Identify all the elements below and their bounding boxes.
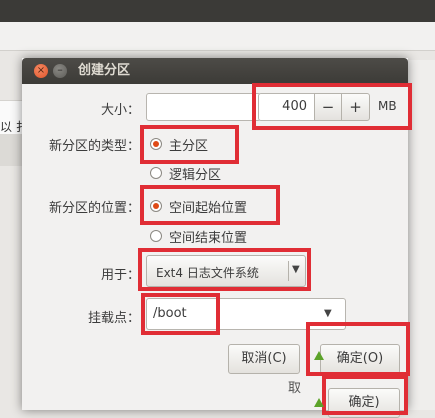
cursor-arrow-icon xyxy=(314,351,324,360)
radio-end-of-space[interactable] xyxy=(150,230,162,242)
highlight-partition-type xyxy=(140,125,239,164)
size-label: 大小： xyxy=(100,103,140,118)
highlight-partition-location xyxy=(140,185,280,225)
mount-chevron-down-icon[interactable]: ▼ xyxy=(324,308,332,319)
size-slider-entry[interactable] xyxy=(146,93,261,121)
highlight-ok-button-duplicate xyxy=(322,375,408,415)
mount-point-label: 挂载点： xyxy=(87,311,140,326)
use-as-label: 用于： xyxy=(100,268,140,283)
behind-cancel-fragment: 取 xyxy=(288,381,302,396)
logical-partition-label: 逻辑分区 xyxy=(169,168,222,183)
radio-logical-partition[interactable] xyxy=(150,167,162,179)
end-of-space-label: 空间结束位置 xyxy=(169,231,248,246)
close-icon[interactable]: × xyxy=(34,64,48,78)
cancel-button[interactable]: 取消(C) xyxy=(228,344,300,374)
highlight-size xyxy=(252,83,412,130)
highlight-use-as xyxy=(138,248,311,291)
minimize-icon[interactable]: – xyxy=(53,64,67,78)
top-panel xyxy=(0,0,435,22)
partition-type-label: 新分区的类型： xyxy=(48,139,140,154)
background-toolbar xyxy=(0,22,435,51)
dialog-title: 创建分区 xyxy=(78,63,131,78)
highlight-ok-button xyxy=(306,322,410,376)
background-right-edge xyxy=(408,60,435,410)
cursor-arrow-icon-2 xyxy=(314,398,324,407)
highlight-mount-point xyxy=(141,293,220,335)
partition-location-label: 新分区的位置： xyxy=(48,201,140,216)
